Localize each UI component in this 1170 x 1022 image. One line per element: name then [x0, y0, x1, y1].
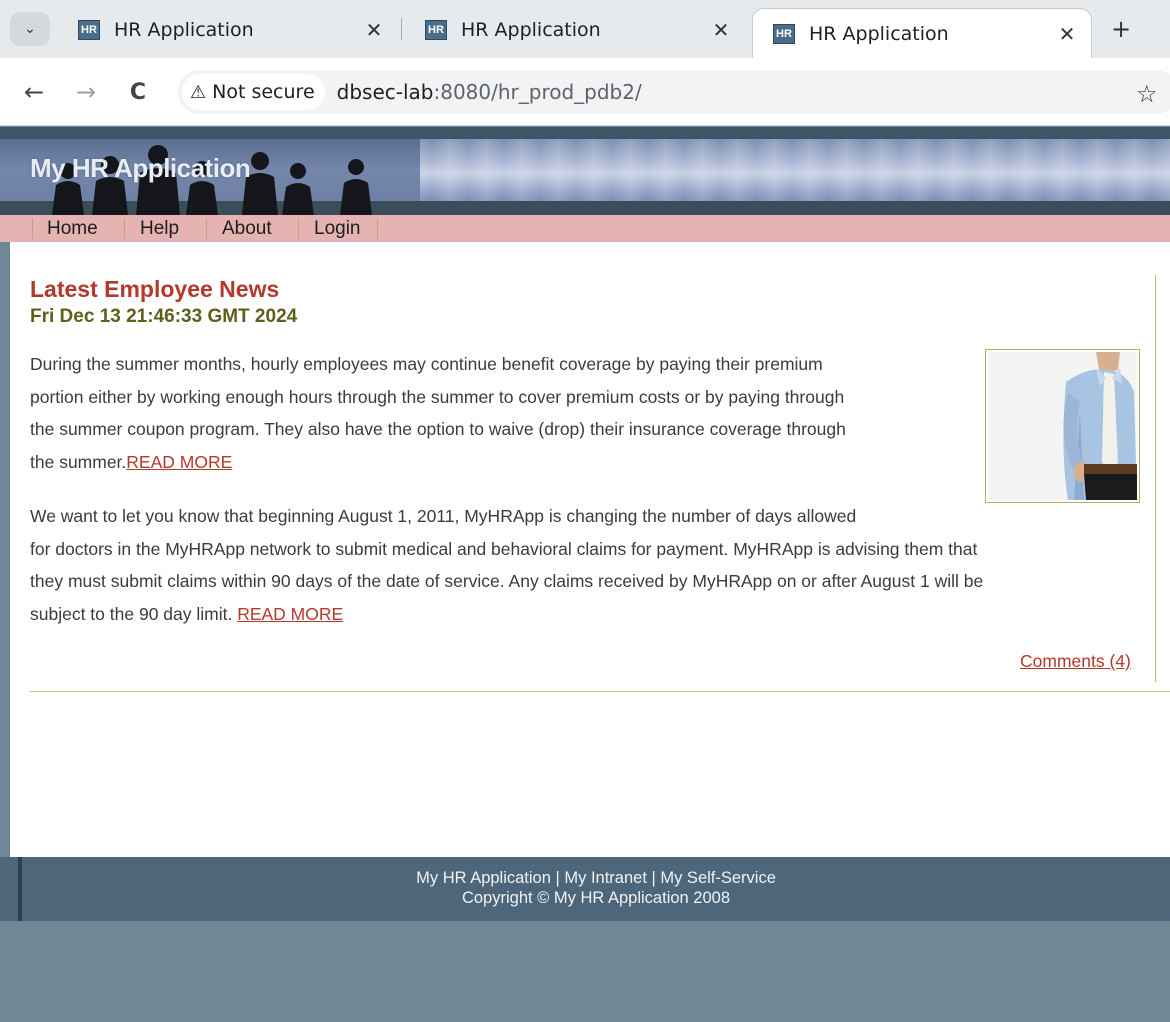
tab-title: HR Application: [114, 19, 254, 41]
web-page: My HR Application Home Help About Login …: [0, 127, 1170, 1022]
tab-title: HR Application: [809, 22, 949, 45]
plus-icon: +: [1110, 15, 1132, 43]
new-tab-button[interactable]: +: [1106, 14, 1136, 44]
bookmark-star-icon[interactable]: ☆: [1136, 80, 1158, 108]
reload-icon: C: [129, 79, 147, 105]
warning-triangle-icon: ⚠: [190, 81, 207, 103]
browser-tab-3-active[interactable]: HR HR Application ✕: [752, 8, 1092, 58]
url-text[interactable]: dbsec-lab:8080/hr_prod_pdb2/: [337, 80, 642, 104]
hr-favicon-icon: HR: [773, 23, 795, 44]
news-heading: Latest Employee News: [30, 276, 280, 302]
main-content: Latest Employee News Fri Dec 13 21:46:33…: [10, 242, 1170, 857]
nav-about-link[interactable]: About: [222, 217, 272, 241]
site-nav-bar: Home Help About Login: [0, 215, 1170, 242]
tab-title: HR Application: [461, 19, 601, 41]
browser-tab-strip: ⌄ HR HR Application ✕ HR HR Application …: [0, 0, 1170, 58]
paragraph-line: portion either by working enough hours t…: [30, 386, 845, 407]
news-paragraph-1: During the summer months, hourly employe…: [30, 348, 965, 479]
comments-link[interactable]: Comments (4): [1020, 651, 1131, 672]
arrow-right-icon: →: [75, 78, 97, 106]
nav-login-link[interactable]: Login: [314, 217, 361, 241]
paragraph-line: the summer.READ MORE: [30, 446, 965, 479]
url-host: dbsec-lab: [336, 80, 434, 104]
footer-links: My HR Application | My Intranet | My Sel…: [416, 869, 776, 887]
browser-tab-2[interactable]: HR HR Application ✕: [405, 10, 745, 50]
forward-button[interactable]: →: [70, 76, 102, 108]
chevron-down-icon: ⌄: [24, 21, 36, 37]
site-banner-title: My HR Application: [30, 153, 251, 183]
footer-copyright: Copyright © My HR Application 2008: [461, 889, 731, 907]
nav-divider: [124, 218, 125, 239]
paragraph-line: subject to the 90 day limit. READ MORE: [30, 598, 1135, 631]
paragraph-line: During the summer months, hourly employe…: [30, 354, 823, 374]
close-icon[interactable]: ✕: [709, 18, 733, 42]
nav-home-link[interactable]: Home: [47, 217, 98, 241]
browser-toolbar: ← → C ⚠ Not secure dbsec-lab:8080/hr_pro…: [0, 58, 1170, 126]
site-footer: My HR Application | My Intranet | My Sel…: [0, 857, 1170, 921]
close-icon[interactable]: ✕: [1055, 22, 1079, 46]
page-top-strip: [0, 127, 1170, 139]
tab-search-button[interactable]: ⌄: [10, 12, 50, 46]
paragraph-line: for doctors in the MyHRApp network to su…: [30, 538, 978, 559]
news-paragraph-2: We want to let you know that beginning A…: [30, 500, 1135, 631]
arrow-left-icon: ←: [23, 78, 45, 106]
security-label: Not secure: [212, 81, 315, 103]
paragraph-line: they must submit claims within 90 days o…: [30, 571, 984, 592]
site-security-chip[interactable]: ⚠ Not secure: [182, 74, 325, 110]
reload-button[interactable]: C: [122, 76, 154, 108]
hr-favicon-icon: HR: [78, 20, 100, 40]
nav-divider: [377, 218, 378, 239]
hr-favicon-icon: HR: [425, 20, 447, 40]
site-banner: My HR Application: [0, 139, 1170, 215]
read-more-link-1[interactable]: READ MORE: [126, 452, 232, 472]
browser-tab-1[interactable]: HR HR Application ✕: [58, 10, 398, 50]
url-path: :8080/hr_prod_pdb2/: [433, 80, 642, 104]
paragraph-line: We want to let you know that beginning A…: [30, 506, 857, 526]
paragraph-text: the summer.: [30, 452, 127, 473]
page-background: [0, 921, 1170, 1022]
nav-divider: [298, 218, 299, 239]
tab-divider: [401, 18, 402, 40]
paragraph-line: the summer coupon program. They also hav…: [30, 419, 846, 440]
news-date: Fri Dec 13 21:46:33 GMT 2024: [30, 306, 298, 327]
nav-divider: [206, 218, 207, 239]
businessman-photo-image: [988, 352, 1137, 500]
read-more-link-2[interactable]: READ MORE: [237, 604, 343, 624]
address-bar[interactable]: ⚠ Not secure dbsec-lab:8080/hr_prod_pdb2…: [178, 70, 1170, 114]
nav-help-link[interactable]: Help: [140, 217, 179, 241]
nav-divider: [32, 218, 33, 239]
paragraph-text: subject to the 90 day limit.: [30, 604, 238, 625]
content-bottom-rule: [30, 691, 1170, 692]
close-icon[interactable]: ✕: [362, 18, 386, 42]
news-photo: [985, 349, 1140, 503]
back-button[interactable]: ←: [18, 76, 50, 108]
content-right-rule: [1155, 275, 1156, 682]
